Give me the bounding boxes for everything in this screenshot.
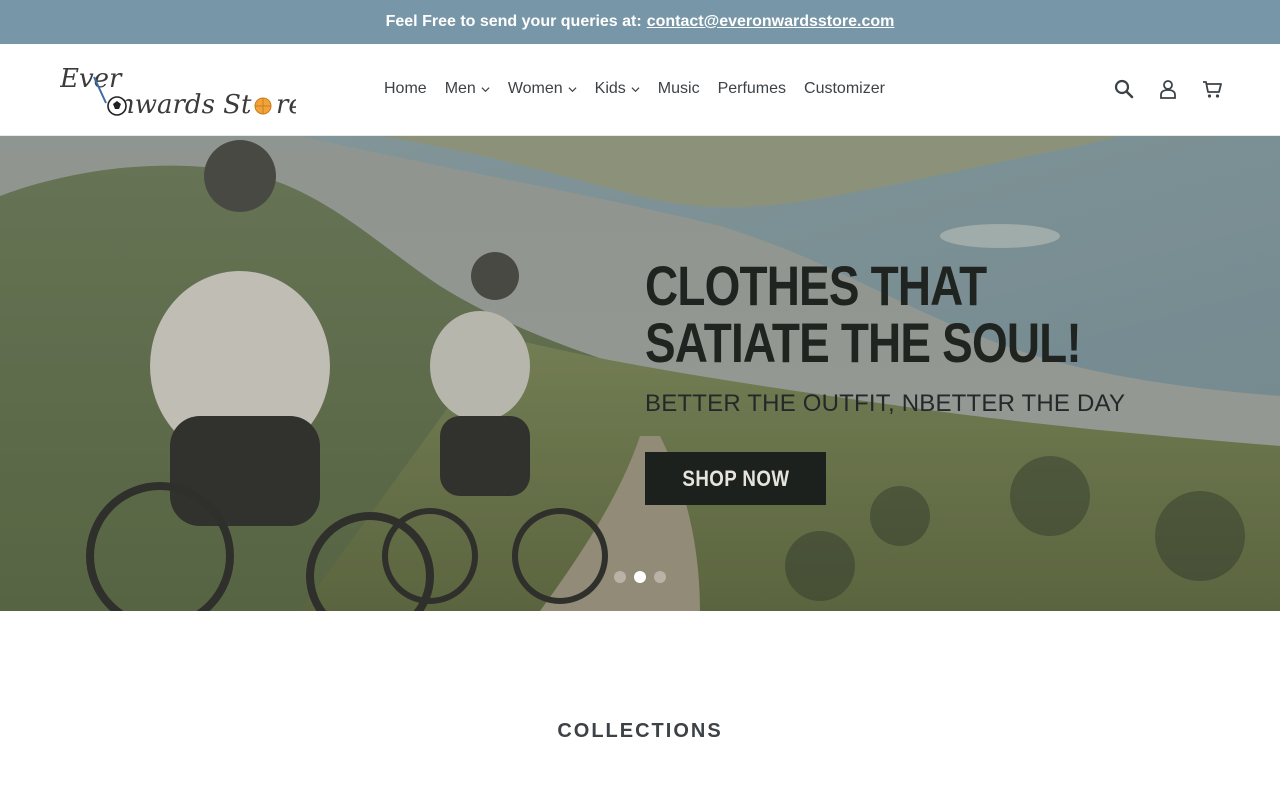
chevron-down-icon xyxy=(481,86,490,92)
hero-background-image xyxy=(0,136,1280,611)
announcement-bar: Feel Free to send your queries at: conta… xyxy=(0,0,1280,44)
nav-item-music[interactable]: Music xyxy=(649,80,709,98)
nav-item-perfumes[interactable]: Perfumes xyxy=(709,80,795,98)
user-icon[interactable] xyxy=(1156,77,1180,101)
header-icons xyxy=(1092,44,1224,134)
hero-slideshow[interactable]: CLOTHES THAT SATIATE THE SOUL! BETTER TH… xyxy=(0,136,1280,611)
nav-item-label: Music xyxy=(657,80,700,97)
shop-now-button[interactable]: SHOP NOW xyxy=(645,452,826,505)
nav-item-kids[interactable]: Kids xyxy=(586,80,649,98)
nav-item-label: Perfumes xyxy=(717,80,787,97)
hero-subtitle: BETTER THE OUTFIT, NBETTER THE DAY xyxy=(645,390,1126,417)
store-logo[interactable]: Ever nwards St re xyxy=(60,63,296,119)
hero-title: CLOTHES THAT SATIATE THE SOUL! xyxy=(645,254,1082,374)
nav-item-home[interactable]: Home xyxy=(375,80,436,98)
nav-item-label: Kids xyxy=(594,80,626,97)
cart-icon[interactable] xyxy=(1200,77,1224,101)
nav-item-label: Women xyxy=(507,80,563,97)
chevron-down-icon xyxy=(631,86,640,92)
slide-dot-3[interactable] xyxy=(654,571,666,583)
nav-item-label: Home xyxy=(384,80,427,97)
nav-item-men[interactable]: Men xyxy=(436,80,499,98)
contact-email-link[interactable]: contact@everonwardsstore.com xyxy=(647,13,895,31)
nav-item-women[interactable]: Women xyxy=(499,80,586,98)
nav-item-label: Men xyxy=(444,80,476,97)
chevron-down-icon xyxy=(568,86,577,92)
shop-now-label: SHOP NOW xyxy=(682,465,789,491)
slide-dot-2[interactable] xyxy=(634,571,646,583)
svg-text:re: re xyxy=(276,90,296,119)
slideshow-dots xyxy=(614,571,674,583)
svg-text:nwards St: nwards St xyxy=(118,90,252,119)
nav-item-customizer[interactable]: Customizer xyxy=(795,80,894,98)
announcement-text: Feel Free to send your queries at: xyxy=(385,13,642,30)
site-header: Ever nwards St re Home Men Women Kids xyxy=(0,44,1280,136)
collections-heading: COLLECTIONS xyxy=(557,720,723,742)
search-icon[interactable] xyxy=(1112,77,1136,101)
main-navigation: Home Men Women Kids Music Perfumes Custo… xyxy=(375,44,894,134)
slide-dot-1[interactable] xyxy=(614,571,626,583)
nav-item-label: Customizer xyxy=(804,80,885,97)
svg-text:Ever: Ever xyxy=(60,64,123,94)
